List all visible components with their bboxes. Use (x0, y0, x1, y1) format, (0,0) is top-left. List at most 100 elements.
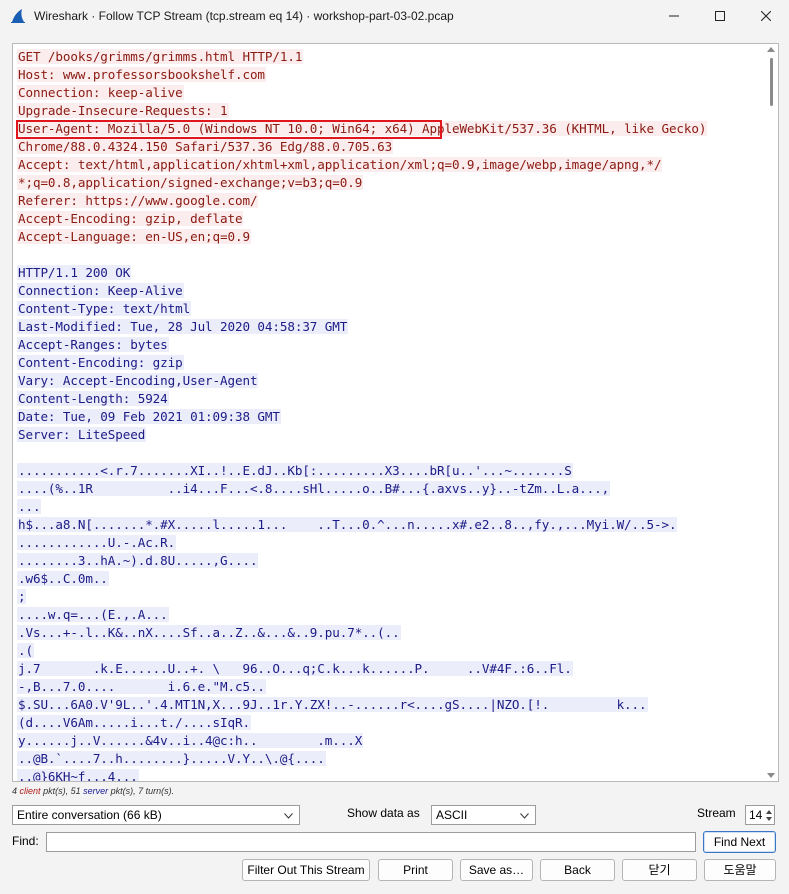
maximize-button[interactable] (697, 0, 743, 32)
stream-line: Accept-Ranges: bytes (17, 336, 759, 354)
stream-line: Referer: https://www.google.com/ (17, 192, 759, 210)
stream-text-view[interactable]: GET /books/grimms/grimms.html HTTP/1.1 Ho… (12, 43, 779, 782)
find-label: Find: (12, 834, 39, 848)
close-window-button[interactable] (743, 0, 789, 32)
stream-line: GET /books/grimms/grimms.html HTTP/1.1 (17, 48, 759, 66)
show-data-select[interactable]: ASCII (431, 805, 536, 825)
stream-line: HTTP/1.1 200 OK (17, 264, 759, 282)
stream-line: ..@}6KH~f...4... (17, 768, 759, 781)
stream-line-text: .Vs...+-.l..K&..nX....Sf..a..Z..&...&..9… (17, 625, 401, 640)
scroll-down-arrow-icon[interactable] (767, 773, 775, 778)
stream-line-text: Chrome/88.0.4324.150 Safari/537.36 Edg/8… (17, 139, 394, 154)
stream-line: *;q=0.8,application/signed-exchange;v=b3… (17, 174, 759, 192)
spin-down-arrow-icon[interactable] (766, 817, 772, 821)
stream-line: $.SU...6A0.V'9L..'.4.MT1N,X...9J..1r.Y.Z… (17, 696, 759, 714)
save-as-button[interactable]: Save as… (460, 859, 533, 881)
stream-line: Accept-Encoding: gzip, deflate (17, 210, 759, 228)
stream-line: Date: Tue, 09 Feb 2021 01:09:38 GMT (17, 408, 759, 426)
stream-line: y......j..V......&4v..i..4@c:h.. .m...X (17, 732, 759, 750)
back-button[interactable]: Back (540, 859, 615, 881)
scroll-thumb[interactable] (770, 58, 773, 106)
stream-line: Last-Modified: Tue, 28 Jul 2020 04:58:37… (17, 318, 759, 336)
stream-line-text: Upgrade-Insecure-Requests: 1 (17, 103, 229, 118)
stream-content: GET /books/grimms/grimms.html HTTP/1.1 Ho… (17, 48, 759, 781)
stream-line: ..@B.`....7..h........}.....V.Y..\.@{...… (17, 750, 759, 768)
stream-line: j.7 .k.E......U..+. \ 96..O...q;C.k...k.… (17, 660, 759, 678)
stream-line-text: Connection: Keep-Alive (17, 283, 184, 298)
scroll-up-arrow-icon[interactable] (767, 47, 775, 52)
client-word: client (19, 786, 41, 796)
stream-line-text: Accept-Ranges: bytes (17, 337, 169, 352)
stream-line-text: ; (17, 589, 27, 604)
stream-line: ...........<.r.7.......XI..!..E.dJ..Kb[:… (17, 462, 759, 480)
stream-line-text: (d....V6Am.....i...t./....sIqR. (17, 715, 251, 730)
stream-line-text: j.7 .k.E......U..+. \ 96..O...q;C.k...k.… (17, 661, 573, 676)
stream-line-text: Content-Length: 5924 (17, 391, 169, 406)
stream-line-text: *;q=0.8,application/signed-exchange;v=b3… (17, 175, 364, 190)
stream-line-text: Content-Encoding: gzip (17, 355, 184, 370)
stream-line-text: ....(%..1R ..i4...F...<.8....sHl.....o..… (17, 481, 611, 496)
server-response-body-block: ...........<.r.7.......XI..!..E.dJ..Kb[:… (17, 462, 759, 781)
stream-line: ........3..hA.~).d.8U.....,G.... (17, 552, 759, 570)
stream-line-text: .w6$..C.0m.. (17, 571, 109, 586)
stream-line: .Vs...+-.l..K&..nX....Sf..a..Z..&...&..9… (17, 624, 759, 642)
stream-line-text: Date: Tue, 09 Feb 2021 01:09:38 GMT (17, 409, 281, 424)
stream-line-text: Content-Type: text/html (17, 301, 192, 316)
minimize-button[interactable] (651, 0, 697, 32)
stream-line-text: Accept-Language: en-US,en;q=0.9 (17, 229, 251, 244)
stream-line-text: -,B...7.0.... i.6.e."M.c5.. (17, 679, 266, 694)
stream-line: Accept: text/html,application/xhtml+xml,… (17, 156, 759, 174)
stream-label: Stream (697, 806, 736, 820)
server-word: server (83, 786, 109, 796)
stream-line-text: Connection: keep-alive (17, 85, 184, 100)
stream-line: ; (17, 588, 759, 606)
stream-line-text: HTTP/1.1 200 OK (17, 265, 132, 280)
server-response-header-block: HTTP/1.1 200 OK Connection: Keep-Alive Con… (17, 264, 759, 444)
close-icon (761, 11, 771, 21)
stream-line: h$...a8.N[.......*.#X.....l.....1... ..T… (17, 516, 759, 534)
stream-line: .( (17, 642, 759, 660)
find-next-button[interactable]: Find Next (703, 831, 776, 853)
stream-line: ....(%..1R ..i4...F...<.8....sHl.....o..… (17, 480, 759, 498)
stream-line-text: ...........<.r.7.......XI..!..E.dJ..Kb[:… (17, 463, 573, 478)
stream-line: Host: www.professorsbookshelf.com (17, 66, 759, 84)
close-button[interactable]: 닫기 (622, 859, 697, 881)
stream-line-text: .( (17, 643, 34, 658)
stream-line: Content-Encoding: gzip (17, 354, 759, 372)
stream-line-text: ....w.q=...(E.,.A... (17, 607, 169, 622)
minimize-icon (669, 15, 679, 17)
vertical-scrollbar[interactable] (764, 44, 778, 781)
stream-stats: 4 client pkt(s), 51 server pkt(s), 7 tur… (12, 786, 175, 796)
stream-line-text: Server: LiteSpeed (17, 427, 147, 442)
stream-line: Content-Type: text/html (17, 300, 759, 318)
print-button[interactable]: Print (378, 859, 453, 881)
client-request-block: GET /books/grimms/grimms.html HTTP/1.1 Ho… (17, 48, 759, 246)
stream-line-text: ..@B.`....7..h........}.....V.Y..\.@{...… (17, 751, 326, 766)
title-bar: Wireshark · Follow TCP Stream (tcp.strea… (0, 0, 789, 32)
stream-line: Connection: keep-alive (17, 84, 759, 102)
stream-line-text: Accept-Encoding: gzip, deflate (17, 211, 244, 226)
stream-line-text: Last-Modified: Tue, 28 Jul 2020 04:58:37… (17, 319, 349, 334)
stream-line-text: $.SU...6A0.V'9L..'.4.MT1N,X...9J..1r.Y.Z… (17, 697, 648, 712)
stream-line-text: y......j..V......&4v..i..4@c:h.. .m...X (17, 733, 364, 748)
stream-line-text: Host: www.professorsbookshelf.com (17, 67, 266, 82)
stream-line: ............U.-.Ac.R. (17, 534, 759, 552)
stream-line-text: Vary: Accept-Encoding,User-Agent (17, 373, 259, 388)
stream-line: -,B...7.0.... i.6.e."M.c5.. (17, 678, 759, 696)
stream-line: (d....V6Am.....i...t./....sIqR. (17, 714, 759, 732)
stream-line-text: GET /books/grimms/grimms.html HTTP/1.1 (17, 49, 304, 64)
stream-line-text: Accept: text/html,application/xhtml+xml,… (17, 157, 663, 172)
stream-number-spinbox[interactable]: 14 (745, 805, 775, 825)
stream-line: .w6$..C.0m.. (17, 570, 759, 588)
stream-line: ....w.q=...(E.,.A... (17, 606, 759, 624)
chevron-down-icon (520, 813, 529, 819)
filter-out-stream-button[interactable]: Filter Out This Stream (242, 859, 370, 881)
conversation-select[interactable]: Entire conversation (66 kB) (12, 805, 300, 825)
stream-line-text: ............U.-.Ac.R. (17, 535, 177, 550)
stream-line-text: ........3..hA.~).d.8U.....,G.... (17, 553, 259, 568)
stream-line-text: ... (17, 499, 42, 514)
spin-up-arrow-icon[interactable] (766, 810, 772, 814)
help-button[interactable]: 도움말 (704, 859, 776, 881)
stream-line: Content-Length: 5924 (17, 390, 759, 408)
find-input[interactable] (46, 832, 696, 852)
